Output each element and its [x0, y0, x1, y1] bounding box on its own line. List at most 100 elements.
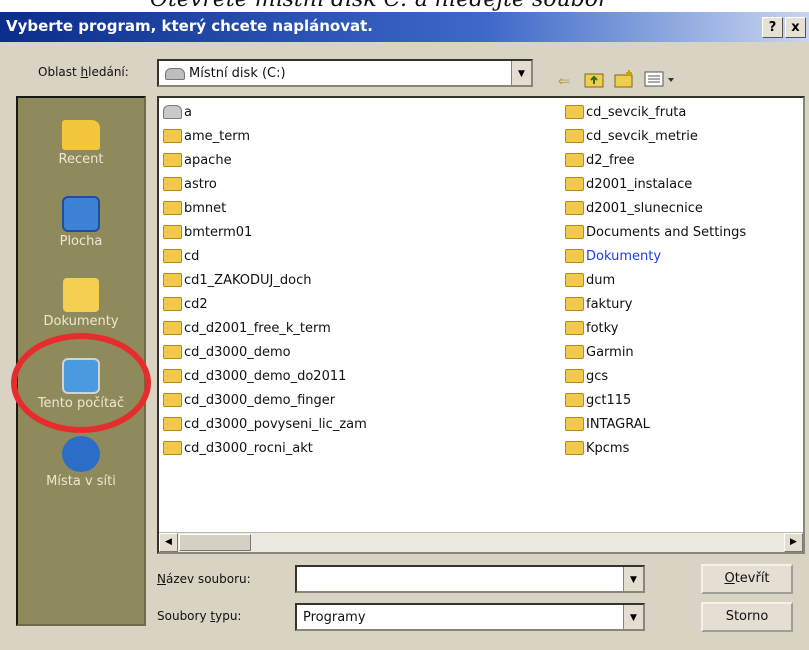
list-item-label: faktury: [586, 297, 633, 312]
list-item[interactable]: d2001_slunecnice: [565, 198, 703, 219]
list-item[interactable]: ame_term: [163, 126, 250, 147]
lookin-dropdown[interactable]: Místní disk (C:) ▼: [157, 59, 533, 87]
chevron-down-icon[interactable]: ▼: [623, 605, 643, 629]
horizontal-scrollbar[interactable]: ◀ ▶: [159, 532, 803, 552]
cancel-button[interactable]: Storno: [701, 602, 793, 632]
documents-folder-icon: [63, 278, 99, 312]
list-item-label: Dokumenty: [586, 249, 662, 264]
list-item[interactable]: Garmin: [565, 342, 634, 363]
list-item-label: bmnet: [184, 201, 227, 216]
view-menu-icon[interactable]: [643, 70, 679, 92]
list-item[interactable]: Documents and Settings: [565, 222, 746, 243]
list-item[interactable]: cd_d3000_demo_finger: [163, 390, 335, 411]
list-item-label: d2001_instalace: [586, 177, 693, 192]
folder-icon: [163, 224, 182, 239]
list-item-label: gct115: [586, 393, 632, 408]
place-documents[interactable]: Dokumenty: [18, 278, 144, 329]
title-bar: Vyberte program, který chcete naplánovat…: [0, 12, 809, 42]
list-item[interactable]: astro: [163, 174, 217, 195]
list-item[interactable]: cd1_ZAKODUJ_doch: [163, 270, 311, 291]
close-button[interactable]: x: [785, 17, 806, 38]
list-item[interactable]: a: [163, 102, 192, 123]
folder-icon: [163, 128, 182, 143]
folder-icon: [565, 200, 584, 215]
folder-icon: [565, 296, 584, 311]
list-item[interactable]: d2_free: [565, 150, 635, 171]
list-item[interactable]: gct115: [565, 390, 631, 411]
folder-icon: [565, 440, 584, 455]
place-label: Místa v síti: [46, 474, 116, 489]
list-item-label: ame_term: [184, 129, 251, 144]
list-item-label: apache: [184, 153, 232, 168]
highlight-circle: [11, 333, 151, 433]
list-item-label: d2001_slunecnice: [586, 201, 703, 216]
folder-icon: [163, 200, 182, 215]
list-item[interactable]: faktury: [565, 294, 632, 315]
folder-icon: [565, 392, 584, 407]
list-item[interactable]: cd_d3000_demo: [163, 342, 291, 363]
help-button[interactable]: ?: [762, 17, 783, 38]
filename-input[interactable]: ▼: [295, 565, 645, 593]
list-item[interactable]: bmterm01: [163, 222, 252, 243]
list-item[interactable]: dum: [565, 270, 615, 291]
list-item[interactable]: Kpcms: [565, 438, 629, 459]
folder-icon: [565, 176, 584, 191]
lookin-value: Místní disk (C:): [165, 66, 286, 81]
place-label: Recent: [58, 152, 104, 167]
recent-folder-icon: [62, 120, 100, 150]
lookin-label: Oblast hledání:: [38, 65, 129, 79]
place-desktop[interactable]: Plocha: [18, 196, 144, 249]
back-icon[interactable]: ⇐: [553, 70, 575, 92]
list-item[interactable]: cd_d3000_demo_do2011: [163, 366, 346, 387]
list-item[interactable]: d2001_instalace: [565, 174, 692, 195]
folder-icon: [565, 128, 584, 143]
list-item[interactable]: cd_d3000_povyseni_lic_zam: [163, 414, 367, 435]
list-item-label: cd_d3000_demo_finger: [184, 393, 336, 408]
list-item[interactable]: cd_sevcik_metrie: [565, 126, 698, 147]
place-network[interactable]: Místa v síti: [18, 436, 144, 489]
list-item[interactable]: cd_sevcik_fruta: [565, 102, 686, 123]
folder-icon: [163, 440, 182, 455]
list-item[interactable]: cd: [163, 246, 199, 267]
list-item[interactable]: apache: [163, 150, 232, 171]
page-caption: Otevřete místní disk C: a hledejte soubo…: [150, 0, 609, 12]
place-recent[interactable]: Recent: [18, 120, 144, 167]
desktop-icon: [62, 196, 100, 232]
list-item-label: cd_d3000_demo_do2011: [184, 369, 347, 384]
list-item-label: cd1_ZAKODUJ_doch: [184, 273, 312, 288]
file-list[interactable]: a ame_termapache astro bmnet bmterm01 cd cd1_Z…: [157, 96, 805, 554]
folder-icon: [163, 296, 182, 311]
list-item[interactable]: bmnet: [163, 198, 226, 219]
page-caption-cropped: Otevřete místní disk C: a hledejte soubo…: [0, 0, 809, 12]
list-item-label: cd2: [184, 297, 208, 312]
list-item-label: cd_d3000_povyseni_lic_zam: [184, 417, 367, 432]
folder-icon: [565, 344, 584, 359]
list-item[interactable]: fotky: [565, 318, 618, 339]
list-item-label: cd_d3000_rocni_akt: [184, 441, 313, 456]
chevron-down-icon[interactable]: ▼: [623, 567, 643, 591]
folder-icon: [565, 272, 584, 287]
filetype-dropdown[interactable]: Programy ▼: [295, 603, 645, 631]
list-item[interactable]: INTAGRAL: [565, 414, 650, 435]
chevron-down-icon[interactable]: ▼: [511, 61, 531, 85]
scroll-thumb[interactable]: [179, 534, 251, 551]
folder-icon: [565, 416, 584, 431]
new-folder-icon[interactable]: [613, 70, 635, 92]
folder-icon: [163, 416, 182, 431]
scroll-right-icon[interactable]: ▶: [784, 533, 803, 552]
folder-icon: [565, 368, 584, 383]
open-button[interactable]: Otevřít: [701, 564, 793, 594]
folder-icon: [163, 368, 182, 383]
list-item[interactable]: cd2: [163, 294, 208, 315]
list-item[interactable]: cd_d3000_rocni_akt: [163, 438, 313, 459]
list-item[interactable]: gcs: [565, 366, 608, 387]
list-item[interactable]: Dokumenty: [565, 246, 661, 267]
list-item[interactable]: cd_d2001_free_k_term: [163, 318, 331, 339]
up-folder-icon[interactable]: [583, 70, 605, 92]
list-item-label: dum: [586, 273, 616, 288]
list-item-label: astro: [184, 177, 217, 192]
filetype-value: Programy: [303, 610, 366, 625]
folder-icon: [565, 152, 584, 167]
list-item-label: Documents and Settings: [586, 225, 747, 240]
scroll-left-icon[interactable]: ◀: [159, 533, 178, 552]
